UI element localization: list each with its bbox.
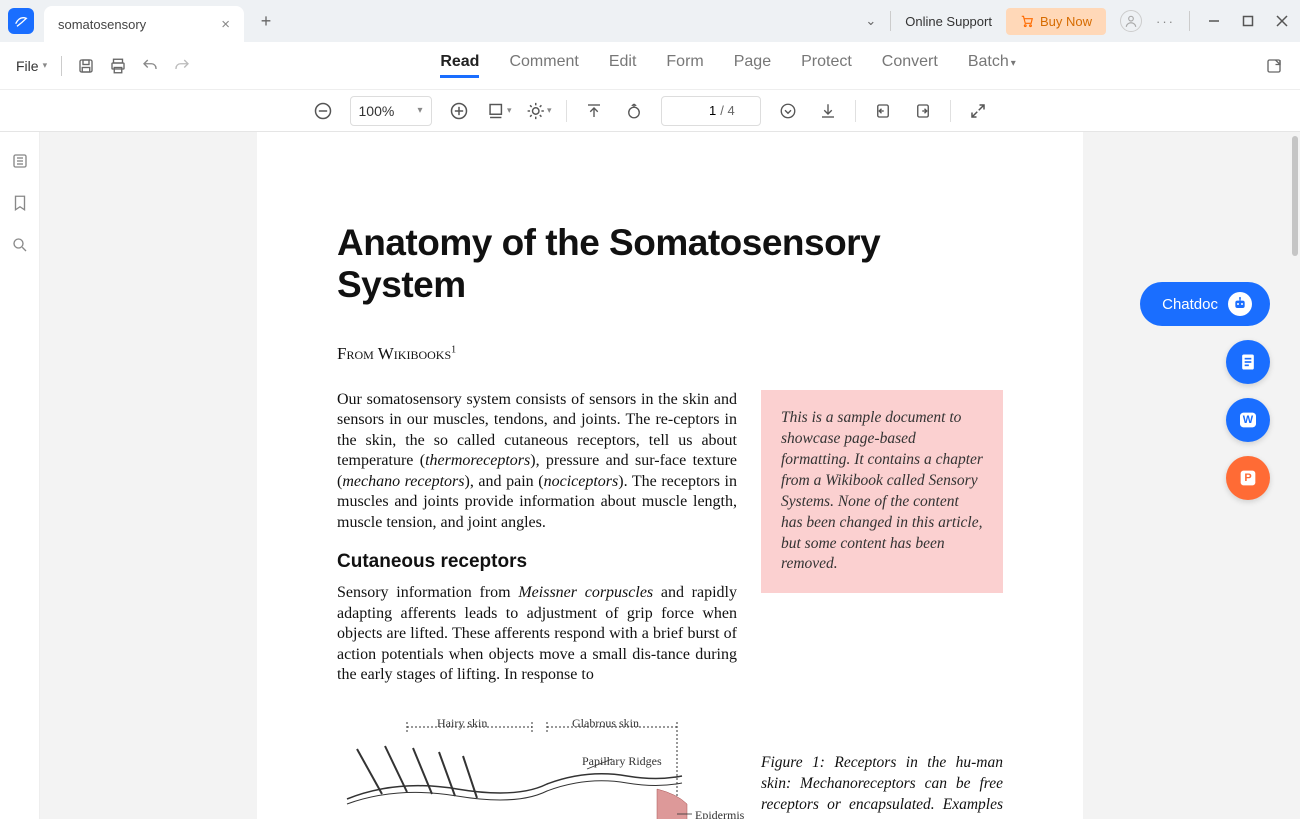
redo-icon[interactable] bbox=[168, 52, 196, 80]
rotate-icon[interactable] bbox=[621, 98, 647, 124]
page-input[interactable]: / 4 bbox=[661, 96, 761, 126]
fit-width-icon[interactable]: ▾ bbox=[486, 98, 512, 124]
zoom-value: 100% bbox=[359, 103, 395, 119]
chatbot-icon bbox=[1228, 292, 1252, 316]
callout-box: This is a sample document to showcase pa… bbox=[761, 390, 1003, 593]
menubar: File ▾ Read Comment Edit Form Page Prote… bbox=[0, 42, 1300, 90]
page-subtitle: From Wikibooks1 bbox=[337, 344, 1003, 364]
subheading: Cutaneous receptors bbox=[337, 551, 737, 573]
document-canvas[interactable]: Anatomy of the Somatosensory System From… bbox=[40, 132, 1300, 819]
left-rail bbox=[0, 132, 40, 819]
view-toolbar: 100% ▾ ▾ ▾ / 4 bbox=[0, 90, 1300, 132]
chatdoc-button[interactable]: Chatdoc bbox=[1140, 282, 1270, 326]
diagram-label: Papillary Ridges bbox=[582, 754, 662, 769]
scroll-down-icon[interactable] bbox=[775, 98, 801, 124]
divider bbox=[890, 11, 891, 31]
online-support-link[interactable]: Online Support bbox=[905, 14, 992, 29]
zoom-select[interactable]: 100% ▾ bbox=[350, 96, 432, 126]
search-icon[interactable] bbox=[9, 234, 31, 256]
divider bbox=[1189, 11, 1190, 31]
chevron-down-icon[interactable]: ⌄ bbox=[865, 13, 876, 29]
floating-actions: Chatdoc W P bbox=[1140, 282, 1270, 500]
menu-protect[interactable]: Protect bbox=[801, 53, 852, 78]
minimize-button[interactable] bbox=[1204, 11, 1224, 31]
menu-batch[interactable]: Batch▾ bbox=[968, 53, 1016, 78]
page-number-field[interactable] bbox=[686, 103, 716, 118]
titlebar: somatosensory × + ⌄ Online Support Buy N… bbox=[0, 0, 1300, 42]
app-icon[interactable] bbox=[8, 8, 34, 34]
menu-convert[interactable]: Convert bbox=[882, 53, 938, 78]
zoom-in-icon[interactable] bbox=[446, 98, 472, 124]
page-left-icon[interactable] bbox=[870, 98, 896, 124]
menu-edit[interactable]: Edit bbox=[609, 53, 637, 78]
brightness-icon[interactable]: ▾ bbox=[526, 98, 552, 124]
skin-diagram: Hairy skin Glabrous skin Papillary Ridge… bbox=[337, 704, 737, 819]
buy-now-label: Buy Now bbox=[1040, 14, 1092, 29]
fab-document[interactable] bbox=[1226, 340, 1270, 384]
chatdoc-label: Chatdoc bbox=[1162, 296, 1218, 313]
fab-ppt[interactable]: P bbox=[1226, 456, 1270, 500]
fab-ppt-label: P bbox=[1241, 471, 1254, 485]
tab-close-icon[interactable]: × bbox=[221, 16, 230, 33]
page-total: / 4 bbox=[720, 103, 734, 118]
menu-comment[interactable]: Comment bbox=[509, 53, 578, 78]
workspace: Anatomy of the Somatosensory System From… bbox=[0, 132, 1300, 819]
diagram-label: Glabrous skin bbox=[572, 716, 639, 731]
scrollbar-thumb[interactable] bbox=[1292, 136, 1298, 256]
download-icon[interactable] bbox=[815, 98, 841, 124]
menu-read[interactable]: Read bbox=[440, 53, 479, 78]
fab-word[interactable]: W bbox=[1226, 398, 1270, 442]
figure-caption: Figure 1: Receptors in the hu-man skin: … bbox=[761, 753, 1003, 819]
paragraph: Our somatosensory system consists of sen… bbox=[337, 390, 737, 533]
bookmark-icon[interactable] bbox=[9, 192, 31, 214]
close-button[interactable] bbox=[1272, 11, 1292, 31]
fullscreen-icon[interactable] bbox=[965, 98, 991, 124]
file-menu[interactable]: File ▾ bbox=[10, 58, 53, 74]
maximize-button[interactable] bbox=[1238, 11, 1258, 31]
cart-icon bbox=[1020, 14, 1034, 28]
scroll-top-icon[interactable] bbox=[581, 98, 607, 124]
paragraph: Sensory information from Meissner corpus… bbox=[337, 583, 737, 685]
vertical-scrollbar[interactable] bbox=[1290, 132, 1298, 819]
divider bbox=[566, 100, 567, 122]
main-menu: Read Comment Edit Form Page Protect Conv… bbox=[198, 53, 1258, 78]
divider bbox=[855, 100, 856, 122]
menu-page[interactable]: Page bbox=[734, 53, 771, 78]
save-icon[interactable] bbox=[72, 52, 100, 80]
divider bbox=[950, 100, 951, 122]
more-icon[interactable]: ··· bbox=[1156, 14, 1175, 29]
fab-word-label: W bbox=[1240, 413, 1256, 427]
file-menu-label: File bbox=[16, 58, 39, 74]
print-icon[interactable] bbox=[104, 52, 132, 80]
diagram-label: Hairy skin bbox=[437, 716, 487, 731]
tab-title: somatosensory bbox=[58, 17, 221, 32]
outline-icon[interactable] bbox=[9, 150, 31, 172]
page-title: Anatomy of the Somatosensory System bbox=[337, 222, 1003, 306]
document-tab[interactable]: somatosensory × bbox=[44, 6, 244, 42]
menu-form[interactable]: Form bbox=[666, 53, 703, 78]
avatar[interactable] bbox=[1120, 10, 1142, 32]
undo-icon[interactable] bbox=[136, 52, 164, 80]
page-right-icon[interactable] bbox=[910, 98, 936, 124]
diagram-label: Epidermis bbox=[695, 808, 744, 819]
divider bbox=[61, 56, 62, 76]
zoom-out-icon[interactable] bbox=[310, 98, 336, 124]
share-icon[interactable] bbox=[1260, 52, 1288, 80]
buy-now-button[interactable]: Buy Now bbox=[1006, 8, 1106, 35]
new-tab-button[interactable]: + bbox=[252, 11, 280, 32]
pdf-page: Anatomy of the Somatosensory System From… bbox=[257, 132, 1083, 819]
